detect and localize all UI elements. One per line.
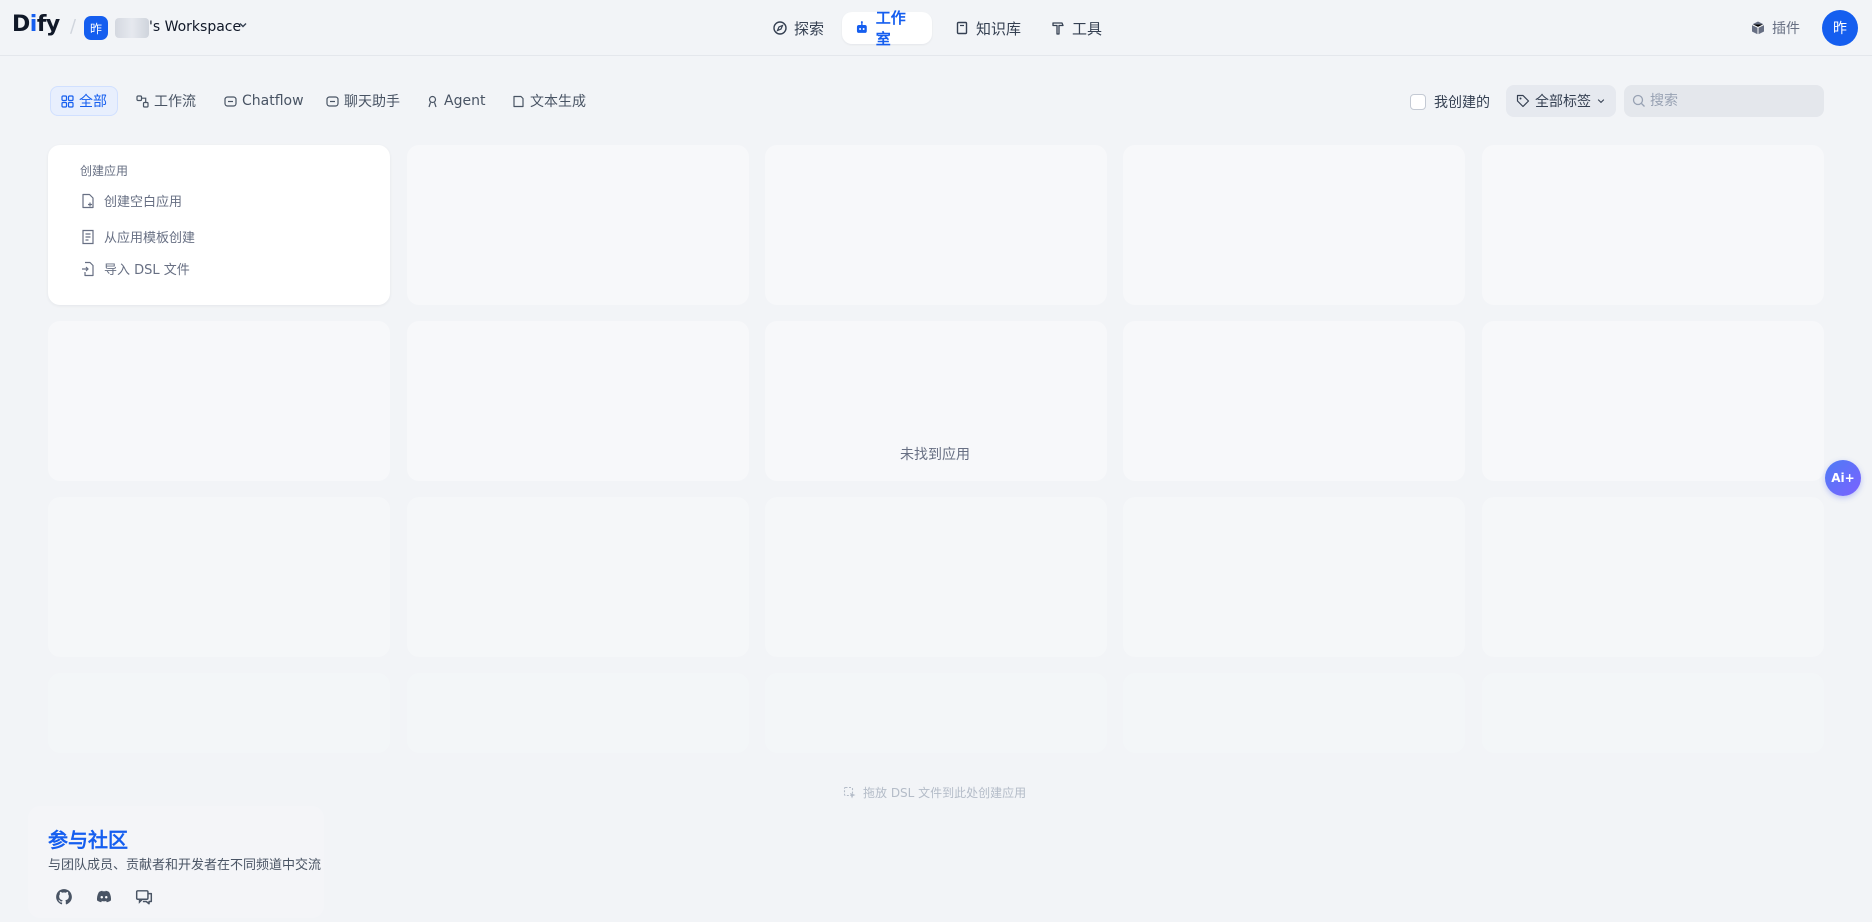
forum-icon xyxy=(135,890,153,905)
nav-explore-label: 探索 xyxy=(794,19,825,38)
placeholder-card xyxy=(48,321,390,481)
tab-chatflow-label: Chatflow xyxy=(242,93,304,109)
document-icon xyxy=(513,95,524,107)
compass-icon xyxy=(773,21,787,35)
workspace-avatar[interactable]: 昨 xyxy=(84,16,108,40)
placeholder-card xyxy=(407,673,749,753)
create-from-template-label: 从应用模板创建 xyxy=(104,231,196,246)
github-icon xyxy=(56,889,72,905)
placeholder-card xyxy=(765,497,1107,657)
workflow-icon xyxy=(136,94,149,108)
tab-agent[interactable]: Agent xyxy=(416,86,495,116)
tab-agent-label: Agent xyxy=(444,93,486,109)
placeholder-card xyxy=(1482,673,1824,753)
tab-chat-label: 聊天助手 xyxy=(344,94,400,110)
tab-text-generation[interactable]: 文本生成 xyxy=(502,86,596,116)
import-dsl-button[interactable]: 导入 DSL 文件 xyxy=(80,259,190,278)
dsl-drop-hint: 拖放 DSL 文件到此处创建应用 xyxy=(843,784,1026,801)
chat-icon xyxy=(326,95,339,107)
tab-chat-assistant[interactable]: 聊天助手 xyxy=(316,86,410,116)
tag-filter-button[interactable]: 全部标签 xyxy=(1506,85,1616,117)
tab-text-label: 文本生成 xyxy=(530,94,586,110)
nav-tools[interactable]: 工具 xyxy=(1038,12,1114,44)
plugins-button[interactable]: 插件 xyxy=(1750,18,1800,38)
placeholder-card xyxy=(48,497,390,657)
create-blank-app-button[interactable]: 创建空白应用 xyxy=(80,191,182,210)
empty-state-message: 未找到应用 xyxy=(900,447,970,463)
nav-knowledge-label: 知识库 xyxy=(976,19,1022,38)
create-app-title: 创建应用 xyxy=(80,164,129,178)
import-dsl-label: 导入 DSL 文件 xyxy=(104,263,190,278)
nav-studio-label: 工作室 xyxy=(875,9,906,48)
create-blank-app-label: 创建空白应用 xyxy=(104,195,183,210)
agent-icon xyxy=(428,95,437,107)
file-template-icon xyxy=(82,229,94,244)
tab-workflow-label: 工作流 xyxy=(154,94,196,110)
placeholder-card xyxy=(1123,497,1465,657)
ai-assistant-button[interactable]: Ai+ xyxy=(1825,460,1861,496)
discord-link[interactable] xyxy=(93,886,115,908)
placeholder-card xyxy=(48,673,390,753)
tag-icon xyxy=(1516,94,1530,108)
chevron-down-icon[interactable] xyxy=(238,20,248,30)
nav-knowledge[interactable]: 知识库 xyxy=(942,12,1033,44)
placeholder-card xyxy=(1123,673,1465,753)
placeholder-card xyxy=(1482,497,1824,657)
top-header xyxy=(0,0,1872,56)
plugins-label: 插件 xyxy=(1772,21,1800,37)
workspace-name[interactable]: 's Workspace xyxy=(149,19,241,35)
community-title: 参与社区 xyxy=(48,828,128,852)
grid-icon xyxy=(61,94,74,108)
placeholder-card xyxy=(765,145,1107,305)
placeholder-card xyxy=(1482,145,1824,305)
cube-icon xyxy=(1751,21,1765,35)
tab-all-label: 全部 xyxy=(79,94,107,110)
forum-link[interactable] xyxy=(133,886,155,908)
placeholder-card xyxy=(407,321,749,481)
chatflow-icon xyxy=(224,95,237,107)
hammer-icon xyxy=(1052,22,1064,35)
nav-explore[interactable]: 探索 xyxy=(760,12,836,44)
placeholder-card xyxy=(407,145,749,305)
tab-chatflow[interactable]: Chatflow xyxy=(214,86,314,116)
search-input[interactable] xyxy=(1624,85,1824,117)
placeholder-card xyxy=(407,497,749,657)
create-from-template-button[interactable]: 从应用模板创建 xyxy=(80,227,195,246)
search-icon xyxy=(1632,94,1645,107)
drop-file-icon xyxy=(843,786,856,798)
github-link[interactable] xyxy=(53,886,75,908)
placeholder-card xyxy=(1123,145,1465,305)
dsl-drop-hint-label: 拖放 DSL 文件到此处创建应用 xyxy=(863,786,1027,800)
file-plus-icon xyxy=(82,193,94,208)
nav-tools-label: 工具 xyxy=(1072,19,1103,38)
tag-filter-label: 全部标签 xyxy=(1535,94,1591,110)
discord-icon xyxy=(96,890,112,903)
placeholder-card xyxy=(1123,321,1465,481)
created-by-me-checkbox[interactable] xyxy=(1410,94,1426,110)
user-avatar[interactable]: 昨 xyxy=(1822,10,1858,46)
tab-workflow[interactable]: 工作流 xyxy=(126,86,206,116)
robot-icon xyxy=(856,21,867,33)
created-by-me-label: 我创建的 xyxy=(1434,95,1490,111)
community-description: 与团队成员、贡献者和开发者在不同频道中交流 xyxy=(48,858,322,873)
chevron-down-icon xyxy=(1597,99,1605,104)
book-icon xyxy=(956,21,968,35)
placeholder-card xyxy=(765,673,1107,753)
workspace-name-redacted xyxy=(115,18,149,38)
tab-all[interactable]: 全部 xyxy=(50,86,118,116)
breadcrumb-separator: / xyxy=(70,16,77,37)
dify-logo[interactable]: Dify xyxy=(12,12,60,37)
placeholder-card xyxy=(1482,321,1824,481)
file-import-icon xyxy=(82,261,94,276)
nav-studio[interactable]: 工作室 xyxy=(842,9,932,48)
created-by-me-toggle[interactable]: 我创建的 xyxy=(1410,92,1490,112)
